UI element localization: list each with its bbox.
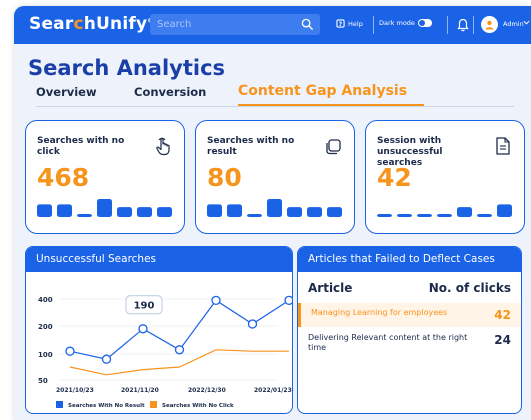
data-point[interactable]	[247, 319, 258, 329]
data-point[interactable]	[101, 354, 112, 364]
tab-bar: Overview Conversion Content Gap Analysis	[36, 83, 514, 107]
mini-bar	[417, 214, 432, 217]
mini-bar-chart	[207, 199, 342, 217]
tab-content-gap-analysis[interactable]: Content Gap Analysis	[238, 83, 407, 99]
help-icon: ?	[336, 19, 345, 28]
table-row[interactable]: Managing Learning for employees 42	[298, 303, 521, 327]
mini-bar	[287, 207, 302, 217]
table-header: Article No. of clicks	[308, 281, 511, 295]
help-link[interactable]: ? Help	[336, 19, 363, 28]
click-count: 24	[494, 333, 511, 347]
stat-card-unsuccessful-sessions[interactable]: Session with unsuccessful searches 42	[365, 120, 525, 234]
data-point[interactable]	[138, 324, 148, 334]
y-tick-label: 200	[38, 323, 53, 331]
x-tick-label: 2022/12/30	[188, 387, 226, 394]
legend-swatch	[150, 401, 157, 408]
mini-bar	[77, 214, 92, 217]
article-title[interactable]: Managing Learning for employees	[311, 308, 471, 318]
y-tick-label: 50	[38, 377, 48, 385]
search-input[interactable]	[150, 19, 290, 30]
stat-card-value: 80	[207, 163, 242, 192]
stat-card-value: 468	[37, 163, 90, 192]
mini-bar	[247, 214, 262, 217]
admin-menu-label[interactable]: Admin	[503, 20, 524, 28]
x-tick-label: 2021/10/23	[56, 387, 94, 394]
mini-bar	[397, 214, 412, 217]
legend-label: Searches With No Click	[162, 403, 234, 409]
app-window: SearchUnify® ? Help Dark mode	[14, 6, 531, 420]
mini-bar	[267, 199, 282, 217]
top-bar: SearchUnify® ? Help Dark mode	[14, 6, 531, 44]
bell-icon[interactable]	[457, 18, 469, 32]
articles-failed-panel: Articles that Failed to Deflect Cases Ar…	[297, 246, 522, 414]
data-point[interactable]	[211, 295, 221, 306]
document-icon	[496, 137, 510, 155]
table-row[interactable]: Delivering Relevant content at the right…	[298, 333, 521, 361]
mini-bar	[97, 199, 112, 217]
page-title: Search Analytics	[28, 56, 226, 80]
mini-bar	[457, 207, 472, 217]
mini-bar	[37, 204, 52, 217]
legend-swatch	[56, 401, 63, 408]
dark-mode-toggle[interactable]: Dark mode	[379, 19, 432, 27]
divider	[473, 16, 474, 34]
mini-bar	[377, 214, 392, 217]
active-tab-indicator	[238, 104, 424, 106]
mini-bar	[437, 214, 452, 217]
tooltip-value: 190	[134, 300, 155, 311]
searchunify-logo[interactable]: SearchUnify®	[29, 14, 153, 34]
user-icon	[485, 20, 494, 30]
square-stack-icon	[326, 139, 341, 155]
panel-title: Unsuccessful Searches	[26, 247, 292, 272]
unsuccessful-searches-panel: Unsuccessful Searches 50 100 200 400 2021/10…	[25, 246, 293, 414]
tab-conversion[interactable]: Conversion	[134, 85, 206, 99]
toggle-switch[interactable]	[417, 19, 432, 27]
article-title[interactable]: Delivering Relevant content at the right…	[308, 333, 468, 353]
click-count: 42	[494, 308, 511, 322]
stat-card-value: 42	[377, 163, 412, 192]
stat-card-label: Searches with no result	[207, 136, 295, 157]
stat-card-no-result[interactable]: Searches with no result 80	[195, 120, 355, 234]
mini-bar-chart	[377, 204, 512, 217]
pointer-hand-icon	[156, 137, 170, 156]
stat-card-label: Searches with no click	[37, 136, 125, 157]
mini-bar-chart	[37, 199, 172, 217]
mini-bar	[207, 204, 222, 217]
panel-title: Articles that Failed to Deflect Cases	[298, 247, 521, 272]
divider	[447, 16, 448, 34]
mini-bar	[307, 207, 322, 217]
column-header-clicks: No. of clicks	[428, 281, 511, 295]
mini-bar	[157, 207, 172, 217]
stat-card-no-click[interactable]: Searches with no click 468	[25, 120, 185, 234]
divider	[373, 16, 374, 34]
mini-bar	[497, 204, 512, 217]
data-point[interactable]	[174, 345, 185, 355]
mini-bar	[227, 204, 242, 217]
search-box[interactable]	[150, 14, 320, 35]
x-tick-label: 2021/11/20	[121, 387, 159, 394]
avatar[interactable]	[481, 16, 498, 33]
legend-label: Searches With No Result	[68, 403, 145, 409]
mini-bar	[137, 207, 152, 217]
mini-bar	[477, 214, 492, 217]
y-tick-label: 100	[38, 351, 53, 359]
line-chart: 50 100 200 400 2021/10/23 2021/11/20 2022/12/3…	[38, 295, 292, 409]
search-icon[interactable]	[301, 18, 314, 31]
tab-overview[interactable]: Overview	[36, 85, 97, 99]
data-point[interactable]	[284, 295, 292, 305]
data-point[interactable]	[65, 346, 75, 356]
mini-bar	[57, 204, 72, 217]
mini-bar	[327, 207, 342, 217]
mini-bar	[117, 207, 132, 217]
chevron-down-icon[interactable]	[523, 19, 530, 26]
x-tick-label: 2022/01/23	[254, 387, 292, 394]
y-tick-label: 400	[38, 296, 53, 304]
column-header-article: Article	[308, 281, 353, 295]
